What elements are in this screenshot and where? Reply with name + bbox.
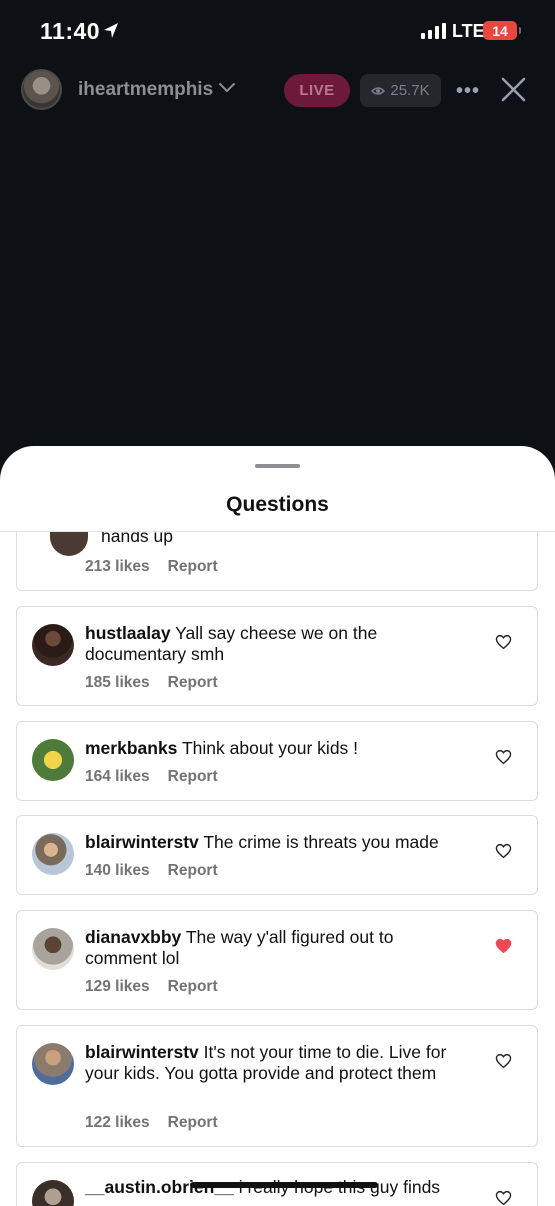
- avatar[interactable]: [32, 624, 74, 666]
- question-meta: 140 likes Report: [85, 862, 218, 880]
- like-count[interactable]: 122 likes: [85, 1114, 150, 1131]
- status-bar: 11:40 LTE 14: [0, 0, 555, 62]
- question-username[interactable]: blairwinterstv: [85, 832, 199, 852]
- heart-outline-icon[interactable]: [495, 749, 512, 765]
- question-text: blairwinterstv It's not your time to die…: [85, 1042, 465, 1084]
- signal-icon: [421, 23, 446, 39]
- report-link[interactable]: Report: [168, 674, 218, 691]
- question-body: The crime is threats you made: [203, 832, 439, 852]
- status-time: 11:40: [40, 18, 101, 44]
- sheet-title: Questions: [226, 493, 329, 516]
- question-card[interactable]: blairwinterstv It's not your time to die…: [16, 1025, 538, 1147]
- like-count[interactable]: 129 likes: [85, 978, 150, 995]
- question-username[interactable]: blairwinterstv: [85, 1042, 199, 1062]
- close-icon[interactable]: [500, 76, 527, 103]
- report-link[interactable]: Report: [168, 1114, 218, 1131]
- host-username[interactable]: iheartmemphis: [78, 79, 213, 101]
- question-text: dianavxbby The way y'all figured out to …: [85, 927, 465, 969]
- question-text: blairwinterstv The crime is threats you …: [85, 832, 465, 853]
- viewer-count-badge[interactable]: 25.7K: [360, 74, 441, 107]
- report-link[interactable]: Report: [168, 768, 218, 785]
- host-avatar[interactable]: [21, 69, 62, 110]
- battery-level: 14: [492, 22, 508, 39]
- question-text: merkbanks Think about your kids !: [85, 738, 465, 759]
- report-link[interactable]: Report: [168, 978, 218, 995]
- question-card[interactable]: hands up 213 likes Report: [16, 526, 538, 591]
- report-link[interactable]: Report: [168, 558, 218, 575]
- redaction-bar: [190, 1182, 378, 1188]
- question-meta: 122 likes Report: [85, 1114, 218, 1132]
- question-body: Think about your kids !: [181, 738, 359, 758]
- questions-sheet: Questions hands up 213 likes Report hustl…: [0, 446, 555, 1206]
- heart-outline-icon[interactable]: [495, 1053, 512, 1069]
- network-label: LTE: [452, 21, 485, 41]
- question-username[interactable]: dianavxbby: [85, 927, 181, 947]
- live-badge: LIVE: [284, 74, 350, 107]
- question-meta: 213 likes Report: [85, 558, 218, 576]
- live-header: iheartmemphis LIVE 25.7K •••: [0, 62, 555, 118]
- heart-filled-icon[interactable]: [495, 938, 512, 954]
- sheet-drag-handle[interactable]: [255, 464, 300, 468]
- question-card[interactable]: merkbanks Think about your kids ! 164 li…: [16, 721, 538, 801]
- eye-icon: [371, 86, 386, 95]
- question-text: hands up: [101, 526, 174, 546]
- more-options-icon[interactable]: •••: [456, 80, 480, 103]
- avatar[interactable]: [32, 833, 74, 875]
- viewer-count: 25.7K: [390, 82, 430, 99]
- question-card[interactable]: blairwinterstv The crime is threats you …: [16, 815, 538, 895]
- question-text: hustlaalay Yall say cheese we on the doc…: [85, 623, 465, 665]
- like-count[interactable]: 185 likes: [85, 674, 150, 691]
- question-username[interactable]: merkbanks: [85, 738, 177, 758]
- question-card[interactable]: dianavxbby The way y'all figured out to …: [16, 910, 538, 1010]
- avatar[interactable]: [32, 1043, 74, 1085]
- like-count[interactable]: 164 likes: [85, 768, 150, 785]
- question-meta: 129 likes Report: [85, 978, 218, 996]
- question-meta: 164 likes Report: [85, 768, 218, 786]
- divider: [0, 531, 555, 532]
- heart-outline-icon[interactable]: [495, 1190, 512, 1206]
- chevron-down-icon[interactable]: [217, 81, 237, 95]
- avatar[interactable]: [32, 739, 74, 781]
- question-meta: 185 likes Report: [85, 674, 218, 692]
- question-username[interactable]: hustlaalay: [85, 623, 171, 643]
- like-count: 213 likes: [85, 558, 150, 575]
- location-arrow-icon: [104, 23, 118, 38]
- avatar[interactable]: [32, 1180, 74, 1206]
- question-card[interactable]: hustlaalay Yall say cheese we on the doc…: [16, 606, 538, 706]
- heart-outline-icon[interactable]: [495, 634, 512, 650]
- heart-outline-icon[interactable]: [495, 843, 512, 859]
- avatar[interactable]: [32, 928, 74, 970]
- like-count[interactable]: 140 likes: [85, 862, 150, 879]
- report-link[interactable]: Report: [168, 862, 218, 879]
- battery-icon: 14: [483, 21, 521, 40]
